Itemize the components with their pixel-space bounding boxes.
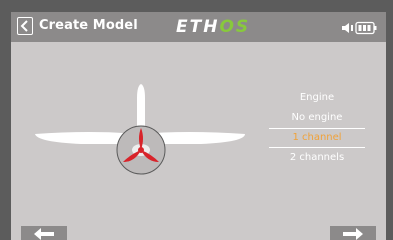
bottom-bar bbox=[11, 226, 386, 240]
header-bar: Create Model ETHOS bbox=[11, 12, 386, 42]
option-1-channel[interactable]: 1 channel bbox=[269, 128, 365, 148]
logo-main: ETH bbox=[176, 17, 220, 37]
option-no-engine[interactable]: No engine bbox=[269, 108, 365, 128]
airplane-illustration bbox=[35, 84, 245, 175]
chevron-left-icon bbox=[20, 20, 28, 32]
arrow-right-icon bbox=[343, 228, 363, 240]
option-2-channels[interactable]: 2 channels bbox=[269, 148, 365, 168]
arrow-left-icon bbox=[34, 228, 54, 240]
logo-accent: OS bbox=[219, 17, 251, 37]
selector-label: Engine bbox=[299, 92, 335, 103]
screen: Create Model ETHOS Engine No engine 1 ch… bbox=[11, 12, 386, 240]
speaker-icon bbox=[342, 23, 353, 33]
battery-icon bbox=[355, 21, 377, 35]
previous-button[interactable] bbox=[21, 226, 67, 240]
page-title: Create Model bbox=[39, 18, 138, 33]
ethos-logo: ETHOS bbox=[176, 17, 250, 37]
back-button[interactable] bbox=[17, 17, 33, 35]
status-area[interactable] bbox=[340, 20, 378, 35]
next-button[interactable] bbox=[330, 226, 376, 240]
engine-selector: Engine No engine 1 channel 2 channels bbox=[269, 88, 365, 168]
